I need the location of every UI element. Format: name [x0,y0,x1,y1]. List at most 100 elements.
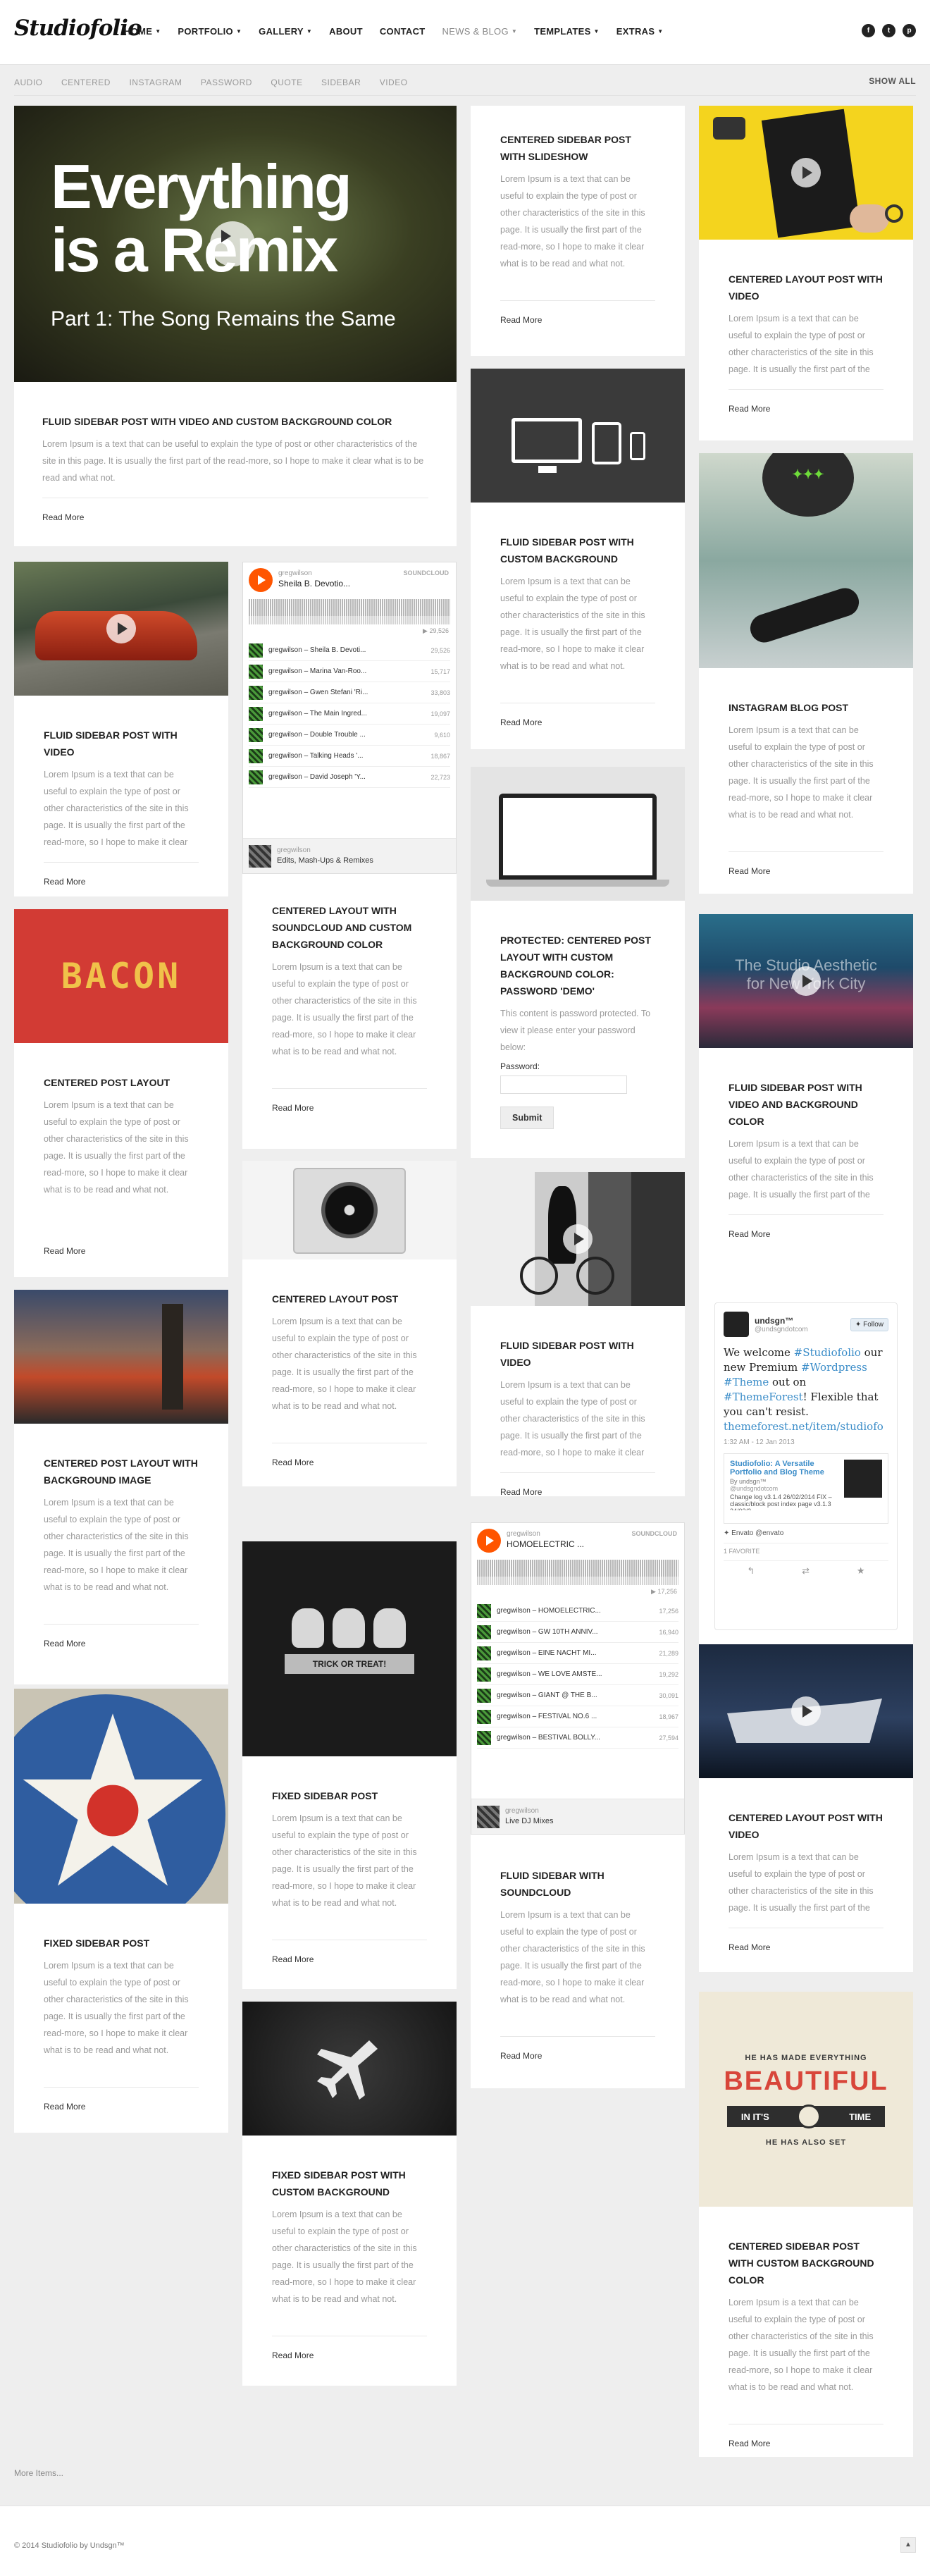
track-row[interactable]: gregwilson – Marina Van-Roo... 15,717 [249,661,450,682]
post-title[interactable]: Centered layout post with video [728,240,884,304]
read-more-link[interactable]: Read More [272,1103,314,1113]
post-title[interactable]: Fixed sidebar post [44,1904,199,1952]
tweet-date[interactable]: 1:32 AM - 12 Jan 2013 [724,1438,888,1446]
sc-footer-playlist[interactable]: Edits, Mash-Ups & Remixes [277,856,373,865]
post-title[interactable]: Fluid sidebar post with video [44,696,199,760]
nav-extras[interactable]: Extras ▼ [616,26,664,37]
post-title[interactable]: Centered post layout [44,1043,199,1091]
hashtag-link[interactable]: #Studiofolio [794,1346,861,1359]
sc-footer-playlist[interactable]: Live DJ Mixes [505,1817,553,1825]
play-icon[interactable] [249,568,273,592]
read-more-link[interactable]: Read More [500,1487,542,1497]
soundcloud-player[interactable]: gregwilson HOMOELECTRIC ... SOUNDCLOUD ▶… [471,1522,685,1835]
post-title[interactable]: Centered sidebar post with slideshow [500,106,655,165]
track-row[interactable]: gregwilson – WE LOVE AMSTE... 19,292 [477,1664,678,1685]
post-title[interactable]: Fluid sidebar post with video and custom… [42,382,428,430]
post-image[interactable] [242,1161,457,1259]
post-image[interactable] [471,767,685,901]
show-all-link[interactable]: Show All [869,76,916,86]
post-image[interactable]: TRICK OR TREAT! [242,1541,457,1756]
back-to-top-icon[interactable]: ▲ [900,2537,916,2553]
filter-audio[interactable]: Audio [14,78,43,87]
track-row[interactable]: gregwilson – BESTIVAL BOLLY... 27,594 [477,1727,678,1749]
soundcloud-player[interactable]: gregwilson Sheila B. Devotio... SOUNDCLO… [242,562,457,874]
hashtag-link[interactable]: #ThemeForest [724,1391,803,1403]
post-title[interactable]: Centered layout post [272,1259,427,1307]
filter-centered[interactable]: Centered [61,78,111,87]
post-title[interactable]: Protected: Centered post layout with cus… [500,901,655,999]
read-more-link[interactable]: Read More [44,2102,85,2112]
track-row[interactable]: gregwilson – Sheila B. Devoti... 29,526 [249,640,450,661]
read-more-link[interactable]: Read More [272,2350,314,2360]
post-title[interactable]: Fluid sidebar with soundcloud [500,1835,655,1901]
twitter-icon[interactable]: t [882,24,895,37]
filter-sidebar[interactable]: Sidebar [321,78,361,87]
read-more-link[interactable]: Read More [728,404,770,414]
post-title[interactable]: Instagram blog post [728,668,884,716]
pinterest-icon[interactable]: p [903,24,916,37]
filter-video[interactable]: Video [380,78,408,87]
facebook-icon[interactable]: f [862,24,875,37]
post-title[interactable]: Fluid sidebar post with video and backgr… [728,1048,884,1130]
video-thumbnail[interactable] [699,1644,913,1778]
reply-icon[interactable]: ↰ [747,1565,755,1577]
play-icon[interactable] [791,966,821,996]
hashtag-link[interactable]: #Wordpress [801,1361,867,1374]
site-logo[interactable]: Studiofolio [14,16,142,41]
video-thumbnail[interactable]: Everything is a Remix Part 1: The Song R… [14,106,457,382]
favorite-icon[interactable]: ★ [857,1565,865,1577]
post-title[interactable]: Fluid sidebar post with custom backgroun… [500,503,655,567]
post-title[interactable]: Centered post layout with background ima… [44,1424,199,1489]
waveform[interactable] [249,599,450,624]
video-thumbnail[interactable] [471,1172,685,1306]
post-title[interactable]: Centered layout with soundcloud and cust… [272,874,427,953]
play-icon[interactable] [791,158,821,187]
read-more-link[interactable]: Read More [500,2051,542,2061]
hashtag-link[interactable]: #Theme [724,1376,769,1388]
play-icon[interactable] [791,1696,821,1726]
track-row[interactable]: gregwilson – Talking Heads '... 18,867 [249,746,450,767]
post-title[interactable]: Centered sidebar post with custom backgr… [728,2207,884,2288]
post-image[interactable]: BACON [14,909,228,1043]
read-more-link[interactable]: Read More [272,1458,314,1467]
tweet-author[interactable]: undsgn™ [755,1316,808,1326]
filter-instagram[interactable]: Instagram [129,78,182,87]
track-row[interactable]: gregwilson – FESTIVAL NO.6 ... 18,967 [477,1706,678,1727]
read-more-link[interactable]: Read More [500,717,542,727]
tweet-handle[interactable]: @undsgndotcom [755,1326,808,1333]
post-image[interactable] [471,369,685,503]
nav-portfolio[interactable]: Portfolio ▼ [178,26,242,37]
read-more-link[interactable]: Read More [272,1954,314,1964]
follow-button[interactable]: ✦ Follow [850,1317,888,1331]
track-row[interactable]: gregwilson – Double Trouble ... 9,610 [249,725,450,746]
read-more-link[interactable]: Read More [728,1942,770,1952]
post-image[interactable] [242,2002,457,2136]
read-more-link[interactable]: Read More [42,512,84,522]
track-row[interactable]: gregwilson – Gwen Stefani 'Ri... 33,803 [249,682,450,703]
read-more-link[interactable]: Read More [44,877,85,887]
filter-password[interactable]: Password [201,78,252,87]
retweet-icon[interactable]: ⇄ [802,1565,810,1577]
track-row[interactable]: gregwilson – GW 10TH ANNIV... 16,940 [477,1622,678,1643]
read-more-link[interactable]: Read More [728,1229,770,1239]
post-image[interactable]: HE HAS MADE EVERYTHING BEAUTIFUL IN IT'S… [699,1992,913,2207]
read-more-link[interactable]: Read More [44,1246,85,1256]
avatar[interactable] [724,1312,749,1337]
play-icon[interactable] [477,1529,501,1553]
nav-contact[interactable]: Contact [380,26,426,37]
track-row[interactable]: gregwilson – HOMOELECTRIC... 17,256 [477,1601,678,1622]
post-title[interactable]: Fixed sidebar post [272,1756,427,1804]
post-title[interactable]: Fluid sidebar post with video [500,1306,655,1371]
track-row[interactable]: gregwilson – The Main Ingred... 19,097 [249,703,450,725]
post-image[interactable] [14,1290,228,1424]
card-title[interactable]: Studiofolio: A Versatile Portfolio and B… [730,1460,836,1477]
tweet-url[interactable]: themeforest.net/item/studiofo [724,1420,884,1433]
video-thumbnail[interactable]: The Studio Aesthetic for New York City [699,914,913,1048]
read-more-link[interactable]: Read More [728,2439,770,2448]
tweet-card[interactable]: Studiofolio: A Versatile Portfolio and B… [724,1453,888,1524]
nav-gallery[interactable]: Gallery ▼ [259,26,312,37]
submit-button[interactable]: Submit [500,1107,554,1129]
nav-about[interactable]: About [329,26,363,37]
read-more-link[interactable]: Read More [44,1639,85,1648]
nav-templates[interactable]: Templates ▼ [534,26,600,37]
